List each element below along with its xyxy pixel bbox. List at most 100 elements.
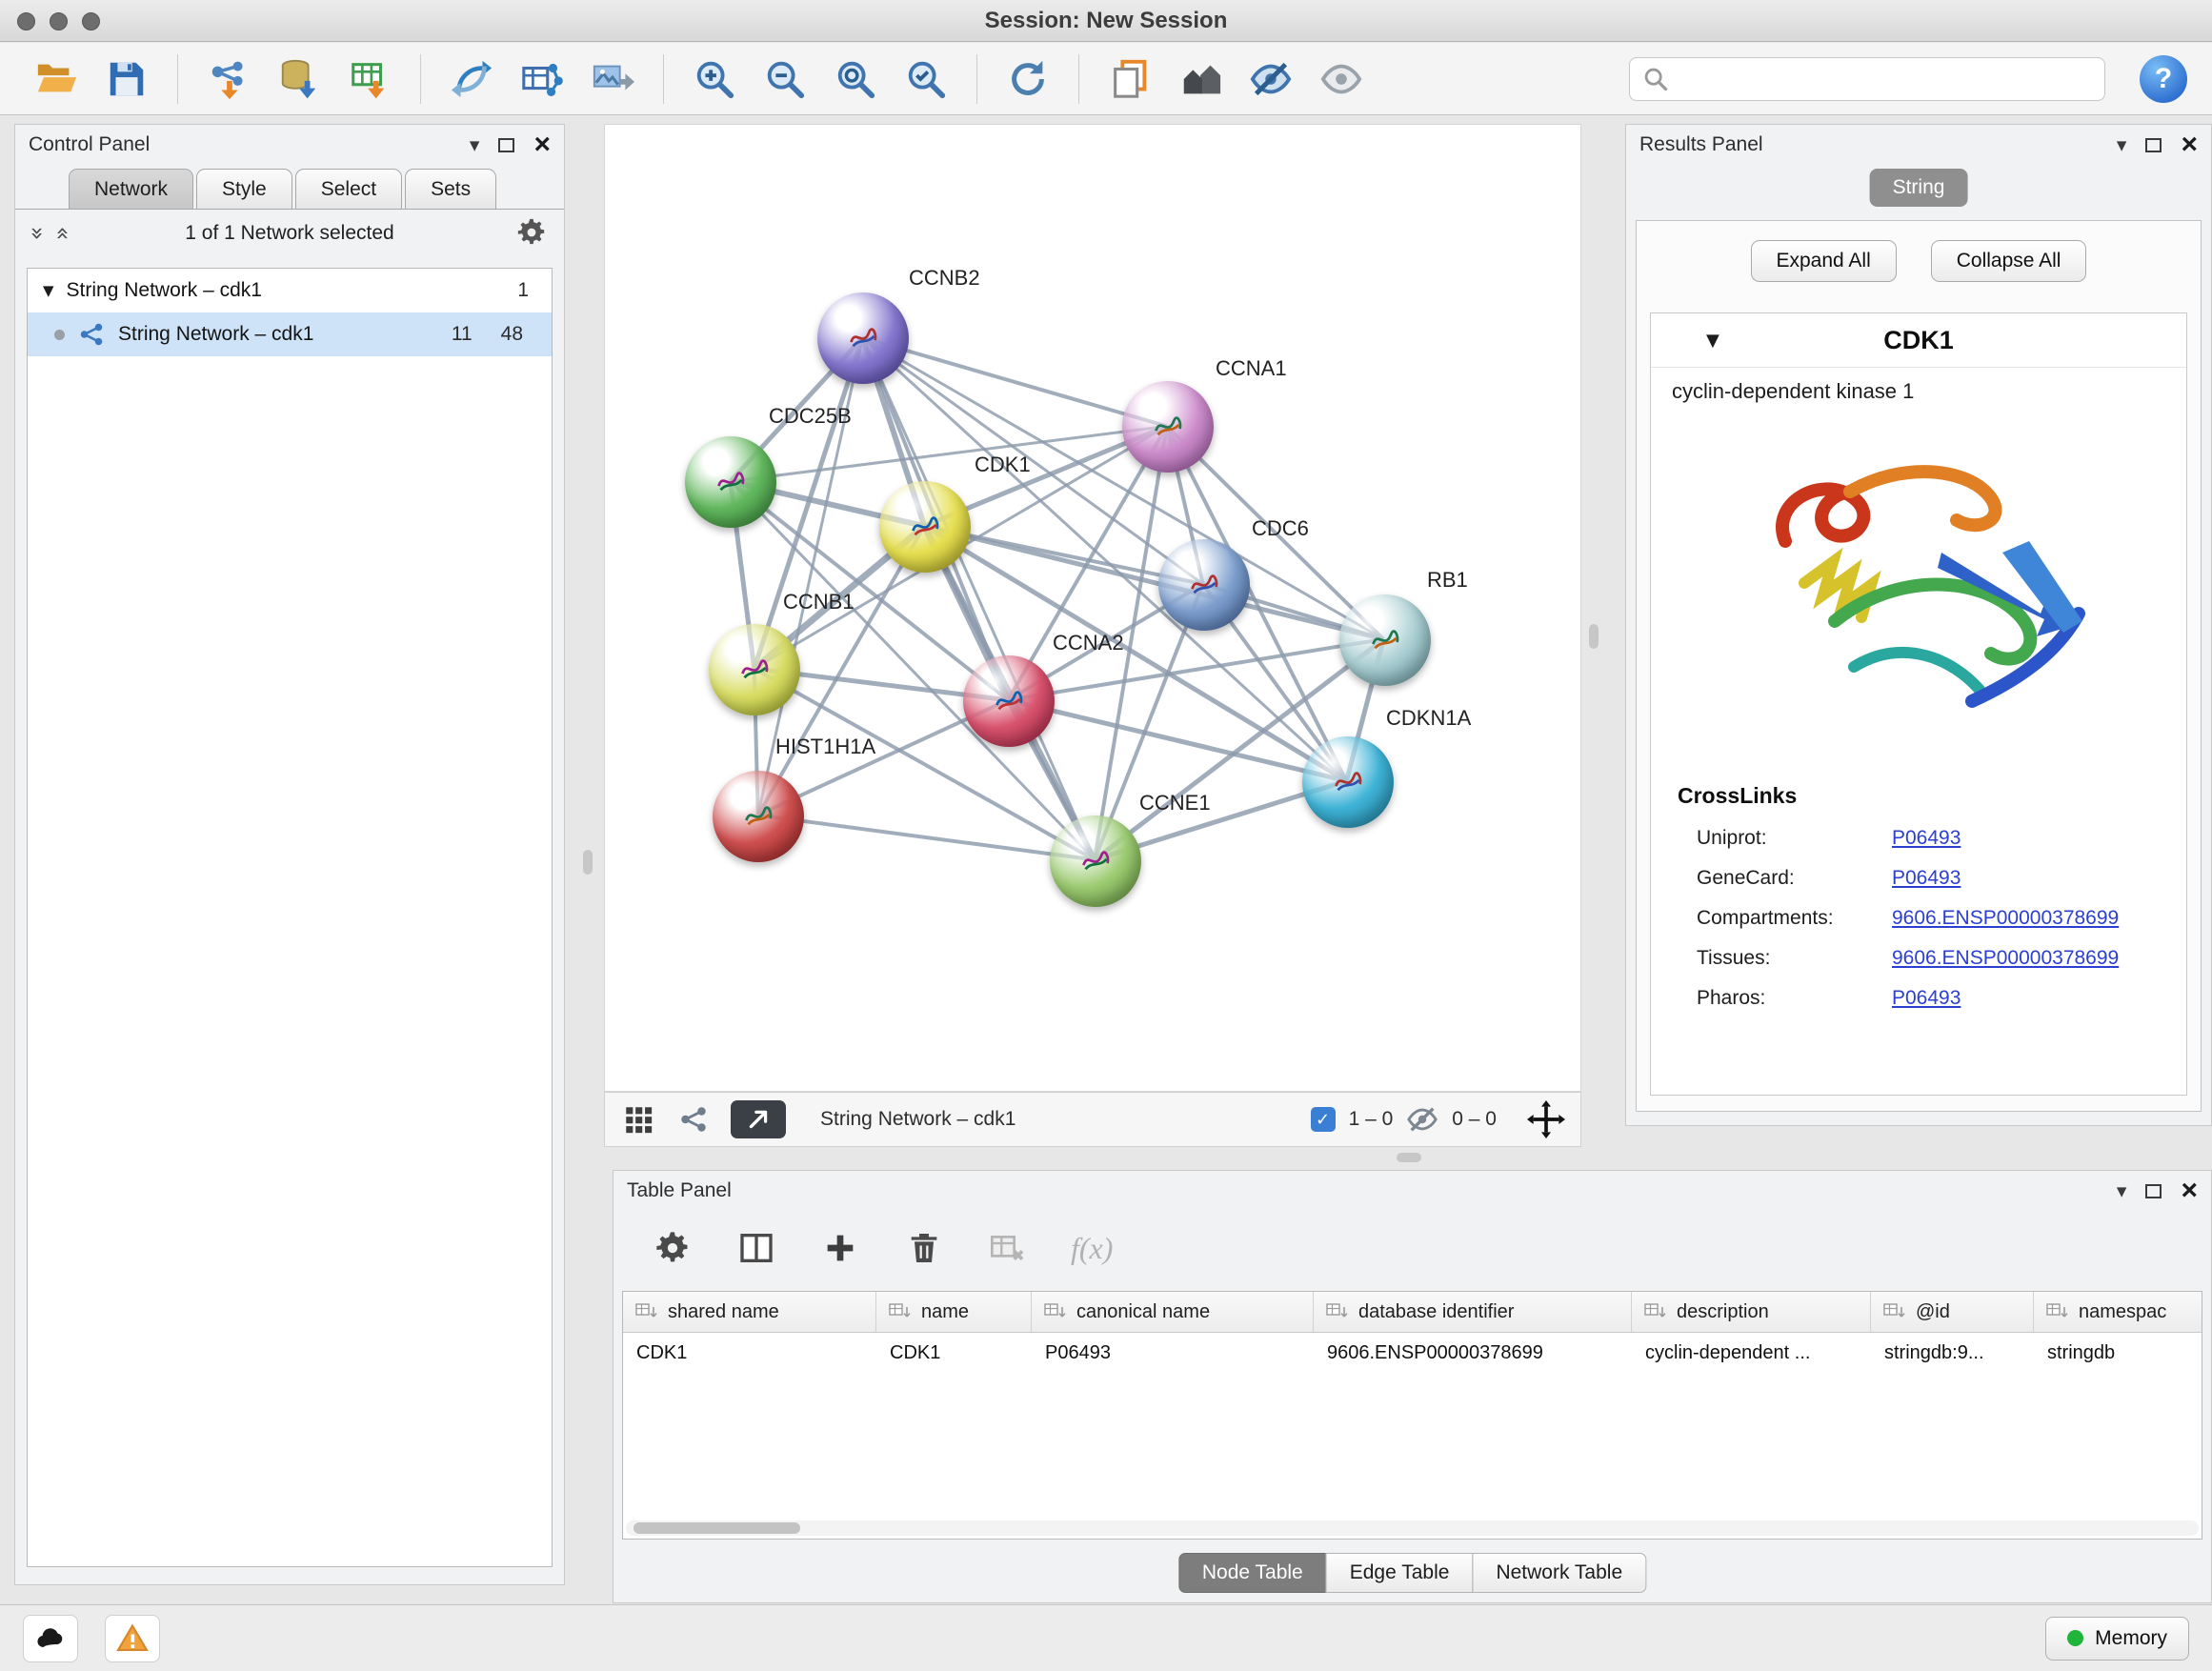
- detach-view-button[interactable]: [731, 1100, 786, 1138]
- protein-structure-image: [1728, 431, 2109, 745]
- float-panel-icon[interactable]: [498, 138, 514, 152]
- network-node-ccna2[interactable]: [963, 655, 1055, 747]
- disclosure-icon[interactable]: ▼: [1706, 331, 1719, 351]
- close-panel-icon[interactable]: ×: [2181, 1177, 2198, 1205]
- network-options-button[interactable]: [514, 216, 549, 251]
- network-node-ccnb1[interactable]: [709, 624, 800, 715]
- column-header-name[interactable]: name: [876, 1292, 1032, 1332]
- import-network-database-button[interactable]: [268, 50, 331, 109]
- pan-move-icon[interactable]: [1527, 1100, 1565, 1138]
- tab-style[interactable]: Style: [196, 169, 292, 209]
- collapse-all-icon[interactable]: »: [26, 227, 49, 241]
- export-image-button[interactable]: [581, 50, 644, 109]
- column-header-description[interactable]: description: [1632, 1292, 1871, 1332]
- column-header-id[interactable]: @id: [1871, 1292, 2034, 1332]
- table-row[interactable]: CDK1 CDK1 P06493 9606.ENSP00000378699 cy…: [623, 1333, 2202, 1373]
- help-button[interactable]: ?: [2140, 55, 2187, 103]
- columns-icon: [737, 1229, 775, 1267]
- close-panel-icon[interactable]: ×: [533, 131, 551, 159]
- column-header-shared-name[interactable]: shared name: [623, 1292, 876, 1332]
- collapse-all-button[interactable]: Collapse All: [1931, 240, 2087, 282]
- network-collection-row[interactable]: ▼ String Network – cdk1 1: [28, 269, 552, 312]
- float-panel-icon[interactable]: [2145, 138, 2162, 152]
- column-header-namespace[interactable]: namespac: [2034, 1292, 2202, 1332]
- network-node-rb1[interactable]: [1339, 594, 1431, 686]
- import-network-file-button[interactable]: [197, 50, 260, 109]
- tab-network[interactable]: Network: [69, 169, 193, 209]
- refresh-icon: [1006, 57, 1050, 101]
- show-columns-button[interactable]: [735, 1227, 777, 1269]
- status-bar: Memory: [0, 1604, 2212, 1671]
- table-options-button[interactable]: [652, 1227, 694, 1269]
- tab-edge-table[interactable]: Edge Table: [1326, 1553, 1474, 1593]
- scrollbar-thumb[interactable]: [633, 1522, 800, 1534]
- network-node-hist1h1a[interactable]: [713, 771, 804, 862]
- tab-node-table[interactable]: Node Table: [1178, 1553, 1327, 1593]
- tab-sets[interactable]: Sets: [405, 169, 496, 209]
- birds-eye-button[interactable]: [675, 1101, 712, 1137]
- protein-ribbon-icon: [1182, 563, 1226, 607]
- network-from-table-button[interactable]: [511, 50, 573, 109]
- show-all-button[interactable]: [1310, 50, 1373, 109]
- new-network-button[interactable]: [440, 50, 503, 109]
- column-sort-icon: [1882, 1301, 1907, 1322]
- network-view[interactable]: CCNB2 CCNA1 CDC25B CDK1 CDC6 RB1 CCNB1 C…: [604, 124, 1581, 1092]
- grid-view-button[interactable]: [620, 1101, 656, 1137]
- splitter-handle[interactable]: [583, 850, 593, 875]
- control-panel-tabs: Network Style Select Sets: [15, 165, 564, 210]
- zoom-fit-button[interactable]: [824, 50, 887, 109]
- clone-network-button[interactable]: [1098, 50, 1161, 109]
- network-overview-button[interactable]: [1169, 50, 1232, 109]
- panel-menu-icon[interactable]: ▾: [2117, 1181, 2127, 1201]
- network-node-ccne1[interactable]: [1050, 815, 1141, 907]
- search-input[interactable]: [1629, 57, 2105, 101]
- share-icon: [677, 1103, 710, 1136]
- tab-string[interactable]: String: [1870, 169, 1968, 207]
- splitter-handle[interactable]: [1397, 1153, 1421, 1162]
- gene-card-header[interactable]: ▼ CDK1: [1651, 313, 2186, 368]
- refresh-button[interactable]: [996, 50, 1059, 109]
- uniprot-link[interactable]: P06493: [1892, 827, 1961, 850]
- float-panel-icon[interactable]: [2145, 1184, 2162, 1198]
- splitter-handle[interactable]: [1589, 624, 1599, 649]
- panel-menu-icon[interactable]: ▾: [470, 135, 480, 155]
- column-header-database-identifier[interactable]: database identifier: [1314, 1292, 1632, 1332]
- hide-selected-button[interactable]: [1239, 50, 1302, 109]
- network-node-cdc25b[interactable]: [685, 436, 776, 528]
- zoom-out-button[interactable]: [754, 50, 816, 109]
- node-table[interactable]: shared name name canonical name database…: [622, 1291, 2202, 1540]
- save-session-button[interactable]: [95, 50, 158, 109]
- compartments-link[interactable]: 9606.ENSP00000378699: [1892, 907, 2119, 930]
- network-node-ccna1[interactable]: [1122, 381, 1214, 473]
- selected-checkbox[interactable]: ✓: [1311, 1107, 1336, 1132]
- zoom-in-button[interactable]: [683, 50, 746, 109]
- expand-all-button[interactable]: Expand All: [1751, 240, 1897, 282]
- zoom-selected-button[interactable]: [895, 50, 957, 109]
- network-node-cdk1[interactable]: [879, 481, 971, 573]
- tab-network-table[interactable]: Network Table: [1472, 1553, 1646, 1593]
- pharos-link[interactable]: P06493: [1892, 987, 1961, 1010]
- warnings-button[interactable]: [105, 1615, 160, 1662]
- column-header-canonical-name[interactable]: canonical name: [1032, 1292, 1314, 1332]
- network-node-cdkn1a[interactable]: [1302, 736, 1394, 828]
- network-node-ccnb2[interactable]: [817, 292, 909, 384]
- close-panel-icon[interactable]: ×: [2181, 131, 2198, 159]
- genecard-link[interactable]: P06493: [1892, 867, 1961, 890]
- delete-column-button[interactable]: [903, 1227, 945, 1269]
- import-table-button[interactable]: [338, 50, 401, 109]
- cloud-status-button[interactable]: [23, 1615, 78, 1662]
- disclosure-icon[interactable]: ▼: [43, 282, 54, 299]
- panel-menu-icon[interactable]: ▾: [2117, 135, 2127, 155]
- expand-all-icon[interactable]: »: [50, 227, 72, 241]
- node-count: 11: [452, 323, 473, 346]
- memory-button[interactable]: Memory: [2045, 1617, 2189, 1661]
- column-sort-icon: [2045, 1301, 2070, 1322]
- tissues-link[interactable]: 9606.ENSP00000378699: [1892, 947, 2119, 970]
- open-session-button[interactable]: [25, 50, 88, 109]
- network-node-cdc6[interactable]: [1158, 539, 1250, 631]
- horizontal-scrollbar[interactable]: [626, 1520, 2199, 1536]
- add-column-button[interactable]: [819, 1227, 861, 1269]
- network-row[interactable]: String Network – cdk1 11 48: [28, 312, 552, 356]
- tab-select[interactable]: Select: [295, 169, 402, 209]
- protein-ribbon-icon: [736, 795, 780, 838]
